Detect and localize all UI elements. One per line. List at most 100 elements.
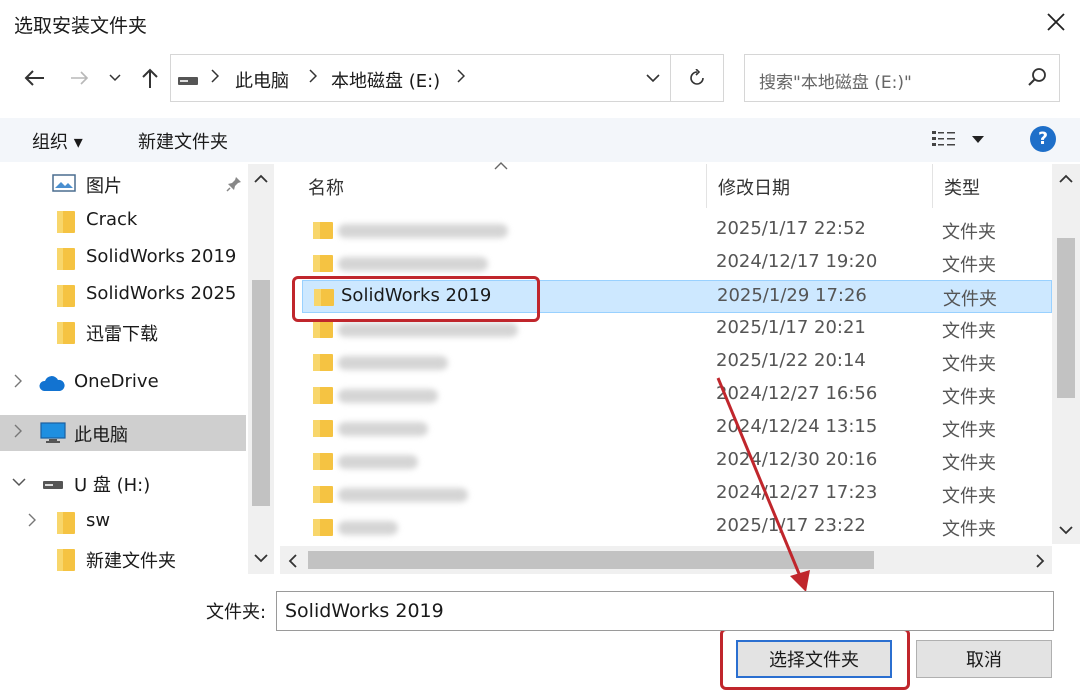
organize-menu[interactable]: 组织 ▾ (32, 128, 83, 154)
file-list: 名称 修改日期 类型 2025/1/17 22:52 文件夹 2024/12/17 … (280, 162, 1080, 574)
file-row[interactable]: 2024/12/30 20:16 文件夹 (302, 445, 1052, 478)
redacted-file-name (338, 389, 438, 403)
folder-icon (57, 211, 75, 233)
back-button[interactable] (20, 64, 48, 92)
refresh-button[interactable] (670, 54, 724, 102)
selected-folder-highlight (292, 276, 540, 322)
folder-icon (313, 354, 333, 371)
folder-name-input[interactable] (276, 591, 1054, 631)
scroll-right-icon (1036, 554, 1045, 568)
annotation-arrow (716, 377, 810, 592)
sidebar-item-crack[interactable]: Crack (0, 203, 246, 239)
sidebar-item-onedrive[interactable]: OneDrive (0, 365, 246, 401)
forward-button[interactable] (66, 64, 94, 92)
redacted-file-name (338, 224, 508, 238)
folder-icon (57, 285, 75, 307)
pin-icon (226, 177, 241, 192)
onedrive-icon (39, 376, 65, 391)
close-icon (1047, 13, 1065, 31)
chevron-down-icon (12, 478, 26, 487)
sidebar-item-usb-drive[interactable]: U 盘 (H:) (0, 465, 246, 501)
title-bar: 选取安装文件夹 (0, 0, 1080, 44)
sidebar-item-pictures[interactable]: 图片 (0, 166, 246, 202)
forward-arrow-icon (71, 71, 89, 85)
address-dropdown-button[interactable] (636, 54, 670, 102)
breadcrumb-this-pc[interactable]: 此电脑 (235, 67, 289, 93)
select-folder-button[interactable]: 选择文件夹 (736, 640, 892, 678)
file-type: 文件夹 (942, 387, 996, 408)
cancel-button[interactable]: 取消 (916, 640, 1052, 678)
scroll-down-icon (1059, 526, 1073, 535)
chevron-right-icon (28, 513, 36, 527)
recent-locations-button[interactable] (104, 64, 126, 92)
redacted-file-name (338, 488, 468, 502)
folder-icon (57, 248, 75, 270)
file-date: 2025/1/29 17:26 (717, 285, 867, 306)
redacted-file-name (338, 521, 398, 535)
sidebar-item-solidworks-2019[interactable]: SolidWorks 2019 (0, 240, 246, 276)
column-header-date[interactable]: 修改日期 (708, 164, 930, 210)
navigation-pane: 图片 Crack SolidWorks 2019 SolidWorks 2025… (0, 164, 274, 574)
file-type: 文件夹 (943, 289, 997, 310)
help-icon[interactable]: ? (1030, 126, 1056, 152)
new-folder-button[interactable]: 新建文件夹 (138, 128, 228, 154)
vertical-scroll-thumb[interactable] (1057, 238, 1075, 398)
address-bar[interactable]: 此电脑 本地磁盘 (E:) (170, 54, 670, 102)
file-list-vertical-scrollbar[interactable] (1052, 164, 1080, 544)
sidebar-item-label: 新建文件夹 (86, 551, 176, 572)
column-divider[interactable] (706, 164, 707, 208)
file-row[interactable]: 2025/1/22 20:14 文件夹 (302, 346, 1052, 379)
breadcrumb-local-disk[interactable]: 本地磁盘 (E:) (331, 67, 440, 93)
redacted-file-name (338, 422, 428, 436)
file-row[interactable]: 2025/1/17 23:22 文件夹 (302, 511, 1052, 544)
file-row[interactable]: 2025/1/17 22:52 文件夹 (302, 214, 1052, 247)
sidebar-item-label: 此电脑 (74, 425, 128, 446)
sidebar-item-xunlei-downloads[interactable]: 迅雷下载 (0, 314, 246, 350)
sidebar-scrollbar[interactable] (248, 164, 274, 574)
file-row[interactable]: 2024/12/27 17:23 文件夹 (302, 478, 1052, 511)
computer-icon (40, 422, 66, 443)
file-row[interactable]: 2024/12/27 16:56 文件夹 (302, 379, 1052, 412)
sidebar-item-label: Crack (86, 209, 138, 230)
view-options-icon[interactable] (930, 128, 958, 150)
sidebar-item-label: SolidWorks 2019 (86, 246, 237, 267)
file-date: 2024/12/17 19:20 (716, 251, 878, 272)
sidebar-item-solidworks-2025[interactable]: SolidWorks 2025 (0, 277, 246, 313)
column-header-type[interactable]: 类型 (934, 164, 1052, 210)
file-type: 文件夹 (942, 222, 996, 243)
close-button[interactable] (1040, 6, 1072, 38)
redacted-file-name (338, 323, 518, 337)
chevron-down-icon (109, 74, 121, 82)
chevron-right-icon (14, 424, 22, 438)
sidebar-item-label: 迅雷下载 (86, 324, 158, 345)
redacted-file-name (338, 356, 448, 370)
folder-icon (313, 453, 333, 470)
scroll-down-icon (254, 554, 268, 563)
column-divider[interactable] (932, 164, 933, 208)
chevron-right-icon (14, 374, 22, 388)
sidebar-item-this-pc[interactable]: 此电脑 (0, 415, 246, 451)
sidebar-scroll-thumb[interactable] (252, 280, 270, 506)
up-button[interactable] (136, 64, 164, 92)
scroll-left-icon (288, 554, 297, 568)
folder-field-label: 文件夹: (206, 602, 267, 623)
file-date: 2025/1/22 20:14 (716, 350, 866, 371)
folder-icon (313, 255, 333, 272)
caret-down-icon[interactable] (972, 136, 984, 144)
file-list-horizontal-scrollbar[interactable] (280, 546, 1052, 574)
redacted-file-name (338, 455, 418, 469)
sidebar-item-sw[interactable]: sw (0, 504, 246, 540)
file-row[interactable]: 2024/12/24 13:15 文件夹 (302, 412, 1052, 445)
sidebar-item-new-folder[interactable]: 新建文件夹 (0, 541, 246, 577)
folder-icon (57, 322, 75, 344)
redacted-file-name (338, 257, 488, 271)
scroll-up-icon (1059, 174, 1073, 183)
scroll-up-icon (254, 174, 268, 183)
column-header-name[interactable]: 名称 (298, 164, 702, 210)
file-type: 文件夹 (942, 519, 996, 540)
sidebar-item-label: OneDrive (74, 371, 159, 392)
search-input[interactable]: 搜索"本地磁盘 (E:)" (744, 54, 1060, 102)
sidebar-item-label: sw (86, 510, 111, 531)
file-type: 文件夹 (942, 453, 996, 474)
file-date: 2025/1/17 22:52 (716, 218, 866, 239)
